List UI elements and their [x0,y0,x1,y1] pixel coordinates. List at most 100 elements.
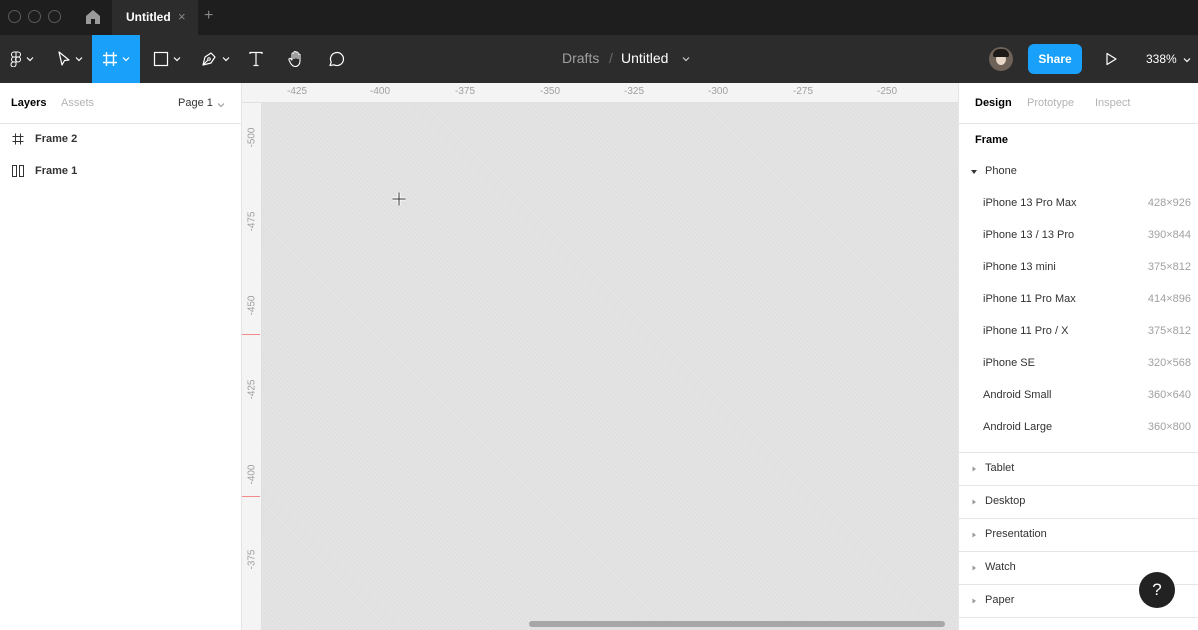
preset-size: 390×844 [1147,229,1191,241]
ruler-tick: -375 [454,86,475,97]
selection-marker [242,496,260,497]
figma-logo-icon [10,51,21,67]
layer-row-frame-1[interactable]: Frame 1 [0,155,241,187]
preset-size: 360×800 [1147,421,1191,433]
help-button[interactable]: ? [1139,572,1175,608]
chevron-down-icon [173,57,181,62]
file-tab[interactable]: Untitled × [112,0,198,35]
horizontal-scrollbar[interactable] [529,621,945,627]
pen-tool-button[interactable] [194,35,236,83]
group-label: Phone [985,165,1017,177]
preset-iphone-11-pro-x[interactable]: iPhone 11 Pro / X 375×812 [959,316,1198,348]
page-selector[interactable]: Page 1 [178,97,213,109]
ruler-tick: -325 [623,86,644,97]
preset-size: 375×812 [1147,325,1191,337]
shape-tool-button[interactable] [146,35,188,83]
home-icon[interactable] [84,8,102,26]
share-button[interactable]: Share [1028,44,1082,74]
frame-tool-button[interactable] [92,35,140,83]
preset-android-small[interactable]: Android Small 360×640 [959,380,1198,412]
preset-name: iPhone 11 Pro Max [983,293,1076,305]
file-title[interactable]: Untitled [621,50,668,66]
window-minimize-button[interactable] [28,10,41,23]
zoom-chevron-down-icon[interactable] [1183,56,1191,64]
preset-iphone-13-mini[interactable]: iPhone 13 mini 375×812 [959,252,1198,284]
design-canvas[interactable] [262,103,958,630]
layer-label: Frame 2 [35,133,78,145]
pen-icon [202,52,216,66]
move-tool-button[interactable] [48,35,92,83]
frame-icon [103,52,117,66]
group-tablet[interactable]: Tablet [959,453,1198,485]
file-menu-chevron-icon[interactable] [682,55,690,63]
new-tab-icon[interactable]: + [204,7,213,25]
comment-icon [329,52,344,67]
group-phone[interactable]: Phone [959,156,1198,188]
layer-row-frame-2[interactable]: Frame 2 [0,123,241,155]
preset-name: iPhone SE [983,357,1035,369]
text-icon [249,51,263,67]
group-presentation[interactable]: Presentation [959,519,1198,551]
user-avatar[interactable] [989,47,1013,71]
ruler-tick: -375 [246,549,258,570]
layers-panel: Layers Assets Page 1 Frame 2 Frame 1 [0,83,242,630]
chevron-down-icon [75,57,83,62]
file-tab-label: Untitled [126,10,171,24]
zoom-level[interactable]: 338% [1146,52,1177,66]
main-menu-button[interactable] [4,35,40,83]
text-tool-button[interactable] [242,35,270,83]
preset-size: 320×568 [1147,357,1191,369]
triangle-right-icon [972,598,976,604]
ruler-tick: -425 [246,379,258,400]
ruler-tick: -400 [369,86,390,97]
tab-close-icon[interactable]: × [178,9,186,24]
preset-iphone-se[interactable]: iPhone SE 320×568 [959,348,1198,380]
preset-size: 414×896 [1147,293,1191,305]
ruler-tick: -275 [792,86,813,97]
page-chevron-down-icon[interactable] [217,101,225,109]
window-close-button[interactable] [8,10,21,23]
comment-tool-button[interactable] [321,35,351,83]
present-play-icon[interactable] [1104,52,1118,66]
avatar-hair [993,49,1009,57]
tab-assets[interactable]: Assets [61,97,94,109]
preset-iphone-13-pro-max[interactable]: iPhone 13 Pro Max 428×926 [959,188,1198,220]
preset-name: iPhone 13 Pro Max [983,197,1077,209]
toolbar: Drafts / Untitled Share 338% [0,35,1198,83]
chevron-down-icon [222,57,230,62]
preset-iphone-11-pro-max[interactable]: iPhone 11 Pro Max 414×896 [959,284,1198,316]
crosshair-cursor-icon [392,192,406,206]
tab-inspect[interactable]: Inspect [1095,97,1130,109]
preset-android-large[interactable]: Android Large 360×800 [959,412,1198,444]
breadcrumb-drafts-link[interactable]: Drafts [562,50,599,66]
preset-iphone-13-13-pro[interactable]: iPhone 13 / 13 Pro 390×844 [959,220,1198,252]
preset-name: Android Small [983,389,1052,401]
group-desktop[interactable]: Desktop [959,486,1198,518]
tab-design[interactable]: Design [975,97,1012,109]
rectangle-icon [153,51,169,67]
ruler-tick: -425 [286,86,307,97]
triangle-right-icon [972,466,976,472]
preset-name: iPhone 13 mini [983,261,1056,273]
preset-name: iPhone 11 Pro / X [983,325,1069,337]
breadcrumb-separator: / [609,50,613,66]
hand-icon [288,50,301,68]
section-title: Frame [975,134,1009,146]
window-zoom-button[interactable] [48,10,61,23]
group-label: Tablet [985,462,1015,474]
hand-tool-button[interactable] [281,35,311,83]
preset-name: Android Large [983,421,1053,433]
chevron-down-icon [26,57,34,62]
ruler-tick: -400 [246,464,258,485]
preset-size: 375×812 [1147,261,1191,273]
preset-size: 428×926 [1147,197,1191,209]
move-cursor-icon [58,51,70,66]
tab-layers[interactable]: Layers [11,97,46,109]
ruler-tick: -450 [246,295,258,316]
tab-prototype[interactable]: Prototype [1027,97,1074,109]
columns-frame-icon [12,165,24,177]
group-label: Watch [985,561,1016,573]
frame-icon [12,133,24,145]
triangle-right-icon [972,565,976,571]
ruler-tick: -250 [876,86,897,97]
